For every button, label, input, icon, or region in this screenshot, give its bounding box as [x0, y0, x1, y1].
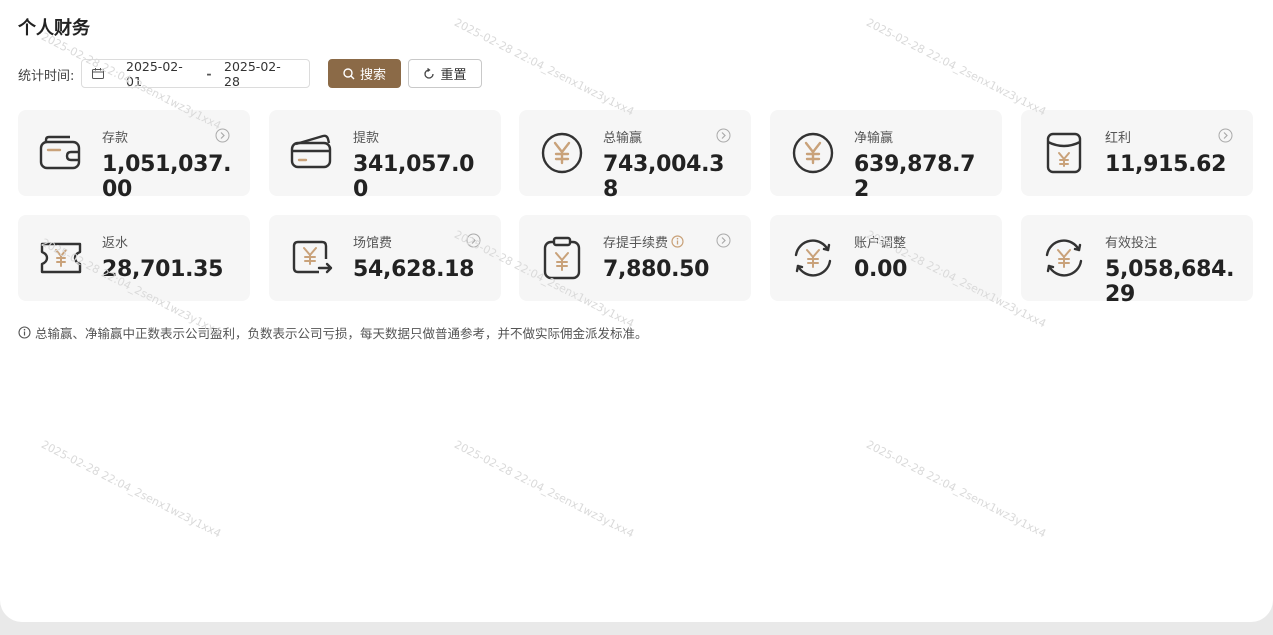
card-label: 存款 [102, 131, 129, 146]
card-rebate[interactable]: 返水 28,701.35 [18, 215, 250, 301]
refresh-icon [424, 67, 435, 79]
card-value: 1,051,037.00 [102, 152, 232, 202]
chevron-right-icon[interactable] [466, 233, 481, 248]
yen-circle-icon [792, 132, 834, 174]
venue-fee-icon [292, 240, 333, 274]
info-icon [18, 326, 31, 339]
card-valid-bets[interactable]: 有效投注 5,058,684.29 [1021, 215, 1253, 307]
start-date-input[interactable]: 2025-02-01 [126, 59, 194, 89]
date-range-picker[interactable]: 2025-02-01 - 2025-02-28 [81, 59, 310, 89]
card-value: 639,878.72 [854, 152, 976, 202]
info-icon[interactable] [671, 235, 684, 248]
search-button-label: 搜索 [359, 68, 386, 83]
watermark: 2025-02-28 22:04_2senx1wz3y1xx4 [39, 438, 224, 541]
yen-refresh-icon [1045, 239, 1083, 277]
card-value: 341,057.00 [353, 152, 475, 202]
card-value: 743,004.38 [603, 152, 725, 202]
card-total-win-loss[interactable]: 总输赢 743,004.38 [519, 110, 751, 202]
disclaimer-note: 总输赢、净输赢中正数表示公司盈利，负数表示公司亏损，每天数据只做普通参考，并不做… [18, 323, 648, 342]
chevron-right-icon[interactable] [1218, 128, 1233, 143]
watermark: 2025-02-28 22:04_2senx1wz3y1xx4 [452, 438, 637, 541]
card-net-win-loss[interactable]: 净输赢 639,878.72 [770, 110, 1002, 202]
card-label: 账户调整 [854, 236, 907, 251]
card-label: 场馆费 [353, 236, 393, 251]
card-value: 5,058,684.29 [1105, 257, 1235, 307]
card-label: 总输赢 [603, 131, 643, 146]
watermark: 2025-02-28 22:04_2senx1wz3y1xx4 [864, 438, 1049, 541]
date-separator: - [206, 66, 212, 81]
page-title: 个人财务 [18, 18, 90, 39]
chevron-right-icon[interactable] [716, 128, 731, 143]
card-label: 有效投注 [1105, 236, 1158, 251]
card-label: 净输赢 [854, 131, 894, 146]
card-value: 11,915.62 [1105, 152, 1227, 177]
yen-circle-icon [541, 132, 583, 174]
card-account-adjustment[interactable]: 账户调整 0.00 [770, 215, 1002, 301]
watermark: 2025-02-28 22:04_2senx1wz3y1xx4 [864, 16, 1049, 119]
card-value: 0.00 [854, 257, 908, 282]
card-bonus[interactable]: 红利 11,915.62 [1021, 110, 1253, 196]
card-transaction-fee[interactable]: 存提手续费 7,880.50 [519, 215, 751, 301]
clipboard-yen-icon [543, 236, 581, 280]
reset-button[interactable]: 重置 [408, 59, 482, 88]
reset-button-label: 重置 [440, 68, 467, 83]
card-value: 7,880.50 [603, 257, 710, 282]
card-label-text: 存提手续费 [603, 236, 669, 251]
search-button[interactable]: 搜索 [328, 59, 401, 88]
card-wallet-icon [290, 134, 332, 169]
chevron-right-icon[interactable] [716, 233, 731, 248]
chevron-right-icon[interactable] [215, 128, 230, 143]
search-icon [343, 67, 355, 79]
personal-finance-panel: 个人财务 统计时间: 2025-02-01 - 2025-02-28 搜索 重置 [0, 0, 1273, 622]
yen-refresh-icon [794, 239, 832, 277]
stat-time-label: 统计时间: [18, 69, 75, 84]
card-label: 红利 [1105, 131, 1132, 146]
red-envelope-icon [1046, 132, 1082, 174]
card-value: 54,628.18 [353, 257, 475, 282]
wallet-icon [39, 135, 81, 170]
card-label: 存提手续费 [603, 232, 684, 251]
card-label: 返水 [102, 236, 129, 251]
ticket-icon [40, 242, 82, 274]
end-date-input[interactable]: 2025-02-28 [224, 59, 294, 89]
card-label: 提款 [353, 131, 380, 146]
card-value: 28,701.35 [102, 257, 224, 282]
card-venue-fee[interactable]: 场馆费 54,628.18 [269, 215, 501, 301]
card-withdrawal[interactable]: 提款 341,057.00 [269, 110, 501, 202]
card-deposit[interactable]: 存款 1,051,037.00 [18, 110, 250, 202]
disclaimer-text: 总输赢、净输赢中正数表示公司盈利，负数表示公司亏损，每天数据只做普通参考，并不做… [35, 326, 648, 341]
calendar-icon [92, 68, 104, 79]
